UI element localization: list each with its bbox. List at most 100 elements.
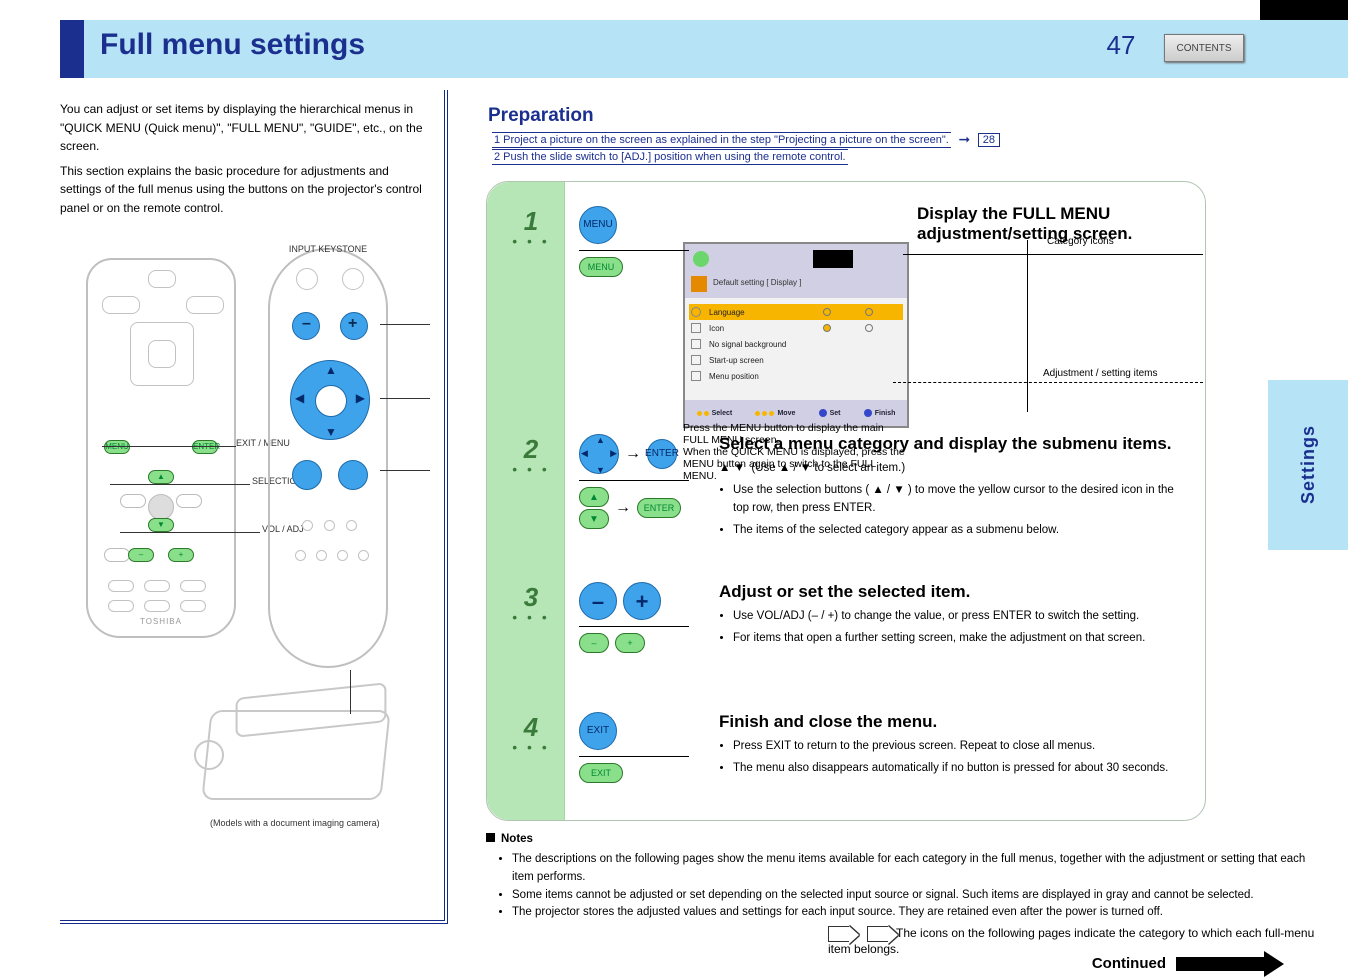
step1-title: Display the FULL MENU adjustment/setting…: [917, 204, 1191, 244]
step-3: 3• • • – + – + Adjust or set the selecte…: [579, 582, 1191, 702]
remote-down-key: ▼: [148, 518, 174, 532]
panel-led: [324, 520, 335, 531]
remote-joystick-center: [148, 340, 176, 368]
remote-menu-glyph: MENU: [579, 257, 623, 277]
projector-caption: (Models with a document imaging camera): [210, 818, 380, 828]
panel-led: [358, 550, 369, 561]
note-item: Some items cannot be adjusted or set dep…: [512, 887, 1316, 905]
diagram-dash: [893, 382, 1203, 383]
osd-row: Language: [689, 304, 903, 320]
page-number: 47: [1094, 24, 1148, 66]
left-figures: MENU ENTER ▲ ▼ – + TOSHIBA EXIT / MENU S…: [60, 238, 430, 858]
remote-up-glyph: ▲: [579, 487, 609, 507]
panel-led: [316, 550, 327, 561]
panel-enter-glyph: ENTER: [647, 439, 677, 469]
osd-row: Start-up screen: [689, 352, 903, 368]
step-number: 4• • •: [511, 712, 551, 766]
remote-menu-key: MENU: [104, 440, 130, 454]
prep-ref-arrow: ➞: [958, 131, 970, 147]
remote-generic-key: [102, 296, 140, 314]
notes-head: Notes: [486, 831, 1316, 849]
notes-block: Notes The descriptions on the following …: [486, 831, 1316, 922]
lead-line: [380, 398, 430, 399]
panel-vol-minus: [292, 312, 320, 340]
panel-menu-button: [338, 460, 368, 490]
remote-down-glyph: ▼: [579, 509, 609, 529]
step1-controls: MENU MENU: [579, 206, 689, 277]
remote-brand: TOSHIBA: [88, 617, 234, 626]
osd-item-list: Language Icon No signal background Start…: [689, 304, 903, 384]
square-bullet-icon: [486, 833, 495, 842]
diagram-line: [1027, 382, 1028, 412]
panel-caption-top: INPUT KEYSTONE: [270, 244, 386, 254]
remote-plus-glyph: +: [615, 633, 645, 653]
panel-led: [346, 520, 357, 531]
arrow-icon: →: [615, 499, 631, 517]
remote-up-key: ▲: [148, 470, 174, 484]
projector-lead: [350, 670, 351, 714]
continued-arrow-icon: [1176, 957, 1266, 971]
intro-paragraph-2: This section explains the basic procedur…: [60, 162, 430, 218]
remote-generic-key: [186, 296, 224, 314]
panel-exit-glyph: EXIT: [579, 712, 617, 750]
remote-exit-glyph: EXIT: [579, 763, 623, 783]
projector-lens: [194, 740, 224, 770]
panel-dpad: ▲▼ ◀▶: [290, 360, 370, 440]
prep-ref: 28: [978, 133, 1000, 147]
lead-line: [380, 470, 430, 471]
panel-menu-glyph: MENU: [579, 206, 617, 244]
header-blue-tab: [60, 20, 84, 78]
diagram-label-items: Adjustment / setting items: [1043, 368, 1158, 379]
intro-paragraph-1: You can adjust or set items by displayin…: [60, 100, 430, 156]
panel-exit-button: [292, 460, 322, 490]
remote-minus-key: –: [128, 548, 154, 562]
remote-generic-key: [108, 600, 134, 612]
lead-line: [120, 532, 260, 533]
step-number: 1• • •: [511, 206, 551, 260]
control-panel-outline: INPUT KEYSTONE ▲▼ ◀▶: [268, 248, 388, 668]
continued-indicator: Continued: [1092, 955, 1266, 972]
osd-row: Menu position: [689, 368, 903, 384]
contents-button[interactable]: CONTENTS: [1164, 34, 1244, 62]
panel-minus-glyph: –: [579, 582, 617, 620]
remote-generic-key: [144, 580, 170, 592]
hint-buttons-line: The icons on the following pages indicat…: [828, 926, 1316, 956]
step4-controls: EXIT EXIT: [579, 712, 689, 783]
osd-row: Icon: [689, 320, 903, 336]
prep-step-2: 2 Push the slide switch to [ADJ.] positi…: [492, 149, 848, 165]
step3-text: Use VOL/ADJ (– / +) to change the value,…: [719, 608, 1191, 648]
remote-enter-glyph: ENTER: [637, 498, 681, 518]
step-4: 4• • • EXIT EXIT Finish and close the me…: [579, 712, 1191, 812]
remote-generic-key: [108, 580, 134, 592]
remote-outline: MENU ENTER ▲ ▼ – + TOSHIBA: [86, 258, 236, 638]
osd-row: No signal background: [689, 336, 903, 352]
note-item: The descriptions on the following pages …: [512, 851, 1316, 887]
step3-title: Adjust or set the selected item.: [719, 582, 1191, 602]
remote-minus-glyph: –: [579, 633, 609, 653]
hint-box-icon: [828, 926, 850, 942]
remote-exit-key: [104, 548, 130, 562]
preparation-steps: 1 Project a picture on the screen as exp…: [488, 131, 1316, 163]
preparation-title: Preparation: [488, 105, 1316, 127]
panel-vol-plus: [340, 312, 368, 340]
page-title: Full menu settings: [100, 28, 365, 62]
note-item: The projector stores the adjusted values…: [512, 904, 1316, 922]
panel-dot: [342, 268, 364, 290]
step-number: 3• • •: [511, 582, 551, 636]
remote-left-key: [120, 494, 146, 508]
panel-led: [337, 550, 348, 561]
step4-title: Finish and close the menu.: [719, 712, 1191, 732]
left-column: You can adjust or set items by displayin…: [60, 90, 448, 924]
continued-label: Continued: [1092, 955, 1166, 972]
remote-generic-key: [148, 270, 176, 288]
panel-dpad-center: [315, 385, 347, 417]
remote-enter-key: ENTER: [192, 440, 218, 454]
projector-body: [201, 710, 390, 800]
remote-plus-key: +: [168, 548, 194, 562]
lead-line: [102, 446, 236, 447]
remote-generic-key: [144, 600, 170, 612]
panel-plus-glyph: +: [623, 582, 661, 620]
remote-center-key: [148, 494, 174, 520]
step2-controls: ▲▼◀▶ → ENTER ▲ ▼ → ENTER: [579, 434, 689, 529]
step3-controls: – + – +: [579, 582, 689, 653]
